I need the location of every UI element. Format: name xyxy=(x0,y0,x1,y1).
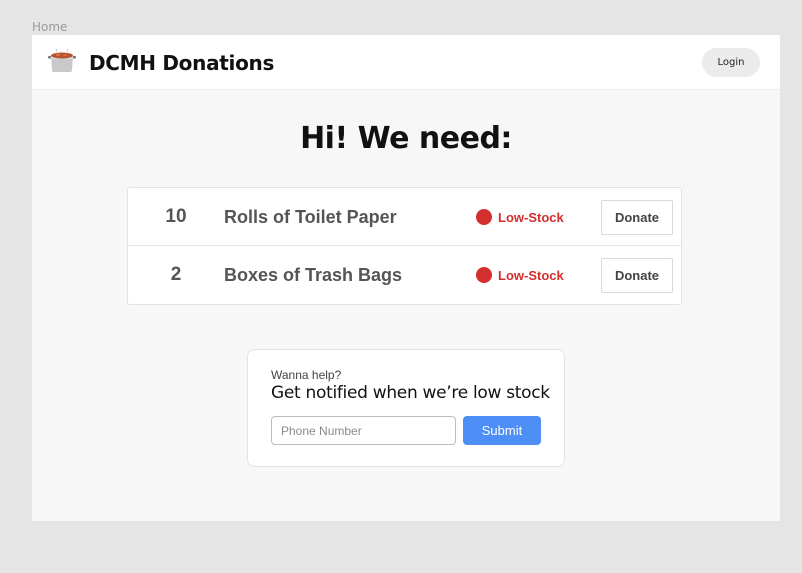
status-dot-icon xyxy=(476,209,492,225)
cooking-pot-icon xyxy=(48,49,76,72)
list-item: 10 Rolls of Toilet Paper Low-Stock Donat… xyxy=(128,188,681,246)
notify-title: Get notified when we’re low stock xyxy=(271,383,550,403)
home-frame: DCMH Donations Login Hi! We need: 10 Rol… xyxy=(32,35,780,521)
status-badge: Low-Stock xyxy=(476,188,564,246)
list-item: 2 Boxes of Trash Bags Low-Stock Donate xyxy=(128,246,681,304)
submit-button[interactable]: Submit xyxy=(463,416,541,445)
phone-number-input[interactable] xyxy=(271,416,456,445)
status-label: Low-Stock xyxy=(498,209,564,225)
app-header: DCMH Donations Login xyxy=(32,35,780,90)
status-dot-icon xyxy=(476,267,492,283)
status-badge: Low-Stock xyxy=(476,246,564,304)
item-name: Rolls of Toilet Paper xyxy=(224,207,397,227)
item-quantity: 10 xyxy=(165,206,187,227)
frame-label: Home xyxy=(32,20,68,34)
item-quantity: 2 xyxy=(170,264,182,285)
notify-kicker: Wanna help? xyxy=(271,368,342,382)
login-button[interactable]: Login xyxy=(702,48,760,77)
item-name: Boxes of Trash Bags xyxy=(224,265,403,285)
brand-title: DCMH Donations xyxy=(89,51,275,75)
status-label: Low-Stock xyxy=(498,267,564,283)
donate-button[interactable]: Donate xyxy=(601,258,673,293)
donate-button[interactable]: Donate xyxy=(601,200,673,235)
needed-items-list: 10 Rolls of Toilet Paper Low-Stock Donat… xyxy=(127,187,682,305)
notify-card: Wanna help? Get notified when we’re low … xyxy=(247,349,565,467)
page-title: Hi! We need: xyxy=(300,121,512,156)
